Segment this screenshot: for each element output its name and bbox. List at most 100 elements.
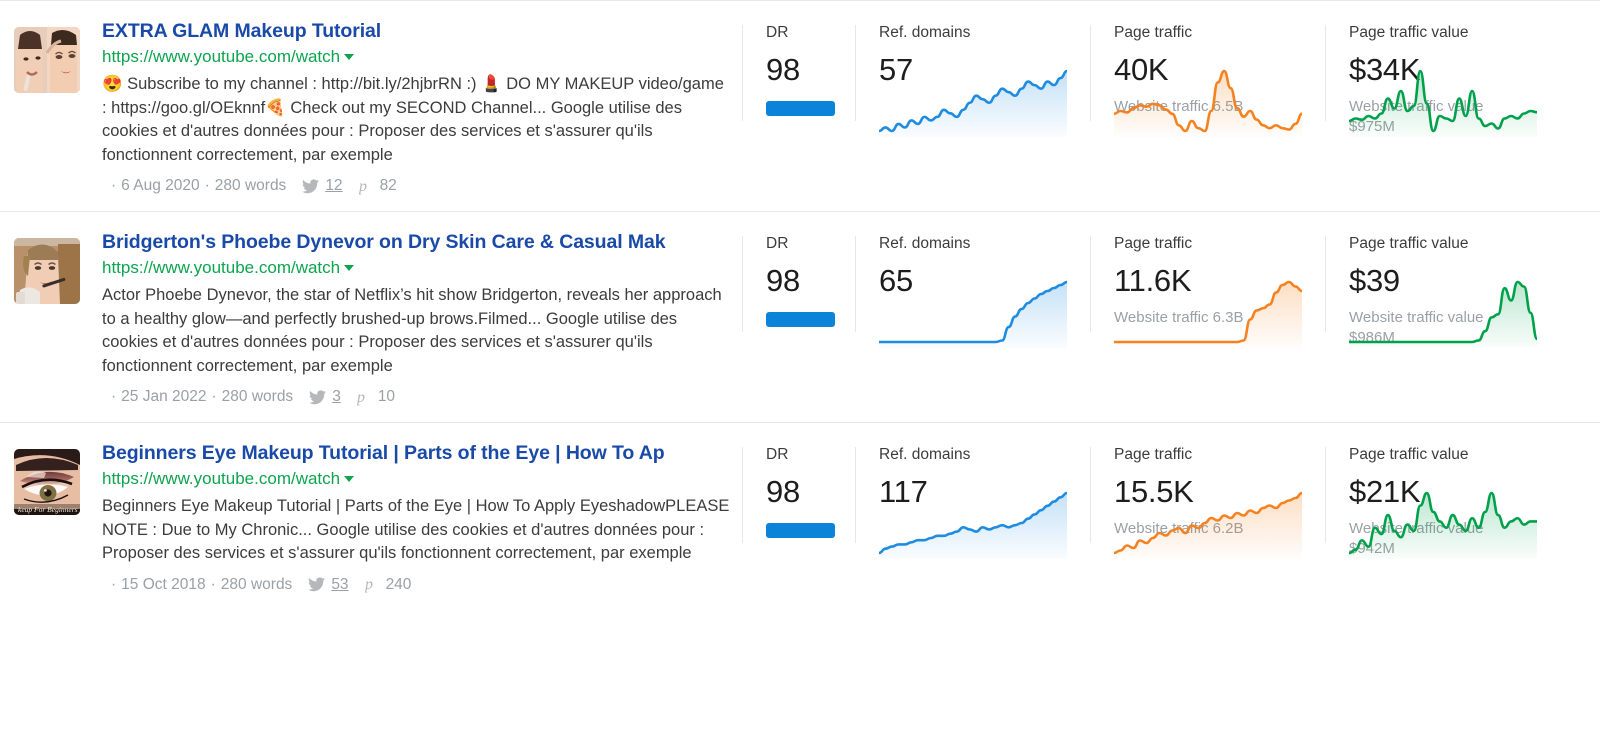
result-date: 25 Jan 2022 <box>121 386 206 408</box>
result-description: Actor Phoebe Dynevor, the star of Netfli… <box>102 284 732 378</box>
results-list: EXTRA GLAM Makeup Tutorial https://www.y… <box>0 0 1600 610</box>
ref-domains-sparkline <box>879 65 1067 137</box>
dr-progress-bar <box>766 523 835 538</box>
result-meta: · 6 Aug 2020 · 280 words 12 p 82 <box>102 175 732 197</box>
pinterest-share-stat[interactable]: p 82 <box>359 175 397 197</box>
snippet-body: EXTRA GLAM Makeup Tutorial https://www.y… <box>102 19 732 197</box>
metric-dr: DR 98 <box>742 441 855 559</box>
metric-dr: DR 98 <box>742 19 855 137</box>
result-row: EXTRA GLAM Makeup Tutorial https://www.y… <box>0 0 1600 211</box>
result-word-count: 280 words <box>215 175 287 197</box>
chevron-down-icon[interactable] <box>344 476 354 482</box>
svg-text:p: p <box>359 178 367 195</box>
metric-ref-domains-label: Ref. domains <box>879 445 1090 464</box>
twitter-share-stat[interactable]: 12 <box>302 175 342 197</box>
result-snippet: keup For Beginners Beginners Eye Makeup … <box>0 423 742 610</box>
metric-page-traffic-value-label: Page traffic value <box>1349 23 1587 42</box>
twitter-icon <box>309 390 326 405</box>
dr-progress-bar <box>766 101 835 116</box>
metric-dr-value: 98 <box>766 52 855 88</box>
metric-ref-domains-label: Ref. domains <box>879 234 1090 253</box>
result-metrics: DR 98 Ref. domains 117 Page traffic 15.5… <box>742 423 1600 559</box>
result-row: keup For Beginners Beginners Eye Makeup … <box>0 422 1600 610</box>
result-thumbnail[interactable] <box>14 238 80 304</box>
result-title-link[interactable]: EXTRA GLAM Makeup Tutorial <box>102 19 732 43</box>
search-results-panel: EXTRA GLAM Makeup Tutorial https://www.y… <box>0 0 1600 731</box>
result-title-link[interactable]: Bridgerton's Phoebe Dynevor on Dry Skin … <box>102 230 732 254</box>
twitter-icon <box>302 179 319 194</box>
result-title-link[interactable]: Beginners Eye Makeup Tutorial | Parts of… <box>102 441 732 465</box>
snippet-body: Bridgerton's Phoebe Dynevor on Dry Skin … <box>102 230 732 408</box>
result-description: 😍 Subscribe to my channel : http://bit.l… <box>102 73 732 167</box>
result-url-text: https://www.youtube.com/watch <box>102 258 340 277</box>
metric-dr-label: DR <box>766 23 855 42</box>
page-traffic-value-sparkline <box>1349 487 1537 559</box>
metric-ref-domains: Ref. domains 117 <box>855 441 1090 559</box>
metric-page-traffic-value-label: Page traffic value <box>1349 234 1587 253</box>
metric-page-traffic-value: Page traffic value $21K Website traffic … <box>1325 441 1587 559</box>
ref-domains-sparkline <box>879 276 1067 348</box>
result-url[interactable]: https://www.youtube.com/watch <box>102 45 732 68</box>
metric-dr-value: 98 <box>766 474 855 510</box>
pinterest-icon: p <box>359 178 374 195</box>
page-traffic-sparkline <box>1114 276 1302 348</box>
metric-dr-label: DR <box>766 445 855 464</box>
result-url[interactable]: https://www.youtube.com/watch <box>102 467 732 490</box>
twitter-share-count[interactable]: 53 <box>331 574 348 596</box>
pinterest-share-count: 10 <box>378 386 395 408</box>
page-traffic-sparkline <box>1114 65 1302 137</box>
result-row: Bridgerton's Phoebe Dynevor on Dry Skin … <box>0 211 1600 422</box>
result-metrics: DR 98 Ref. domains 65 Page traffic 11.6K… <box>742 212 1600 348</box>
twitter-share-count[interactable]: 3 <box>332 386 341 408</box>
chevron-down-icon[interactable] <box>344 54 354 60</box>
twitter-icon <box>308 577 325 592</box>
metric-ref-domains: Ref. domains 57 <box>855 19 1090 137</box>
result-description: Beginners Eye Makeup Tutorial | Parts of… <box>102 495 732 566</box>
twitter-share-stat[interactable]: 3 <box>309 386 341 408</box>
metric-dr-label: DR <box>766 234 855 253</box>
metric-dr-value: 98 <box>766 263 855 299</box>
svg-text:p: p <box>365 576 373 593</box>
result-date: 15 Oct 2018 <box>121 574 205 596</box>
result-date: 6 Aug 2020 <box>121 175 199 197</box>
dr-progress-bar <box>766 312 835 327</box>
result-thumbnail[interactable]: keup For Beginners <box>14 449 80 515</box>
metric-page-traffic-label: Page traffic <box>1114 23 1325 42</box>
pinterest-share-stat[interactable]: p 240 <box>365 574 412 596</box>
result-url[interactable]: https://www.youtube.com/watch <box>102 256 732 279</box>
metric-page-traffic: Page traffic 40K Website traffic 6.5B <box>1090 19 1325 137</box>
result-word-count: 280 words <box>221 574 293 596</box>
pinterest-share-count: 240 <box>386 574 412 596</box>
result-thumbnail[interactable] <box>14 27 80 93</box>
metric-page-traffic: Page traffic 15.5K Website traffic 6.2B <box>1090 441 1325 559</box>
metric-ref-domains-label: Ref. domains <box>879 23 1090 42</box>
meta-bullet-1: · <box>111 574 116 596</box>
result-url-text: https://www.youtube.com/watch <box>102 47 340 66</box>
pinterest-share-stat[interactable]: p 10 <box>357 386 395 408</box>
metric-page-traffic-label: Page traffic <box>1114 445 1325 464</box>
svg-text:keup For Beginners: keup For Beginners <box>18 505 78 514</box>
result-snippet: Bridgerton's Phoebe Dynevor on Dry Skin … <box>0 212 742 422</box>
twitter-share-count[interactable]: 12 <box>325 175 342 197</box>
metric-page-traffic: Page traffic 11.6K Website traffic 6.3B <box>1090 230 1325 348</box>
metric-page-traffic-value: Page traffic value $34K Website traffic … <box>1325 19 1587 137</box>
metric-ref-domains: Ref. domains 65 <box>855 230 1090 348</box>
svg-text:p: p <box>357 389 365 406</box>
result-snippet: EXTRA GLAM Makeup Tutorial https://www.y… <box>0 1 742 211</box>
metric-page-traffic-value: Page traffic value $39 Website traffic v… <box>1325 230 1587 348</box>
meta-bullet-2: · <box>212 386 217 408</box>
meta-bullet-1: · <box>111 175 116 197</box>
result-url-text: https://www.youtube.com/watch <box>102 469 340 488</box>
snippet-body: Beginners Eye Makeup Tutorial | Parts of… <box>102 441 732 596</box>
page-traffic-value-sparkline <box>1349 65 1537 137</box>
pinterest-icon: p <box>365 576 380 593</box>
pinterest-share-count: 82 <box>380 175 397 197</box>
twitter-share-stat[interactable]: 53 <box>308 574 348 596</box>
pinterest-icon: p <box>357 389 372 406</box>
chevron-down-icon[interactable] <box>344 265 354 271</box>
metric-page-traffic-label: Page traffic <box>1114 234 1325 253</box>
result-meta: · 15 Oct 2018 · 280 words 53 p 2 <box>102 574 732 596</box>
metric-page-traffic-value-label: Page traffic value <box>1349 445 1587 464</box>
page-traffic-value-sparkline <box>1349 276 1537 348</box>
ref-domains-sparkline <box>879 487 1067 559</box>
